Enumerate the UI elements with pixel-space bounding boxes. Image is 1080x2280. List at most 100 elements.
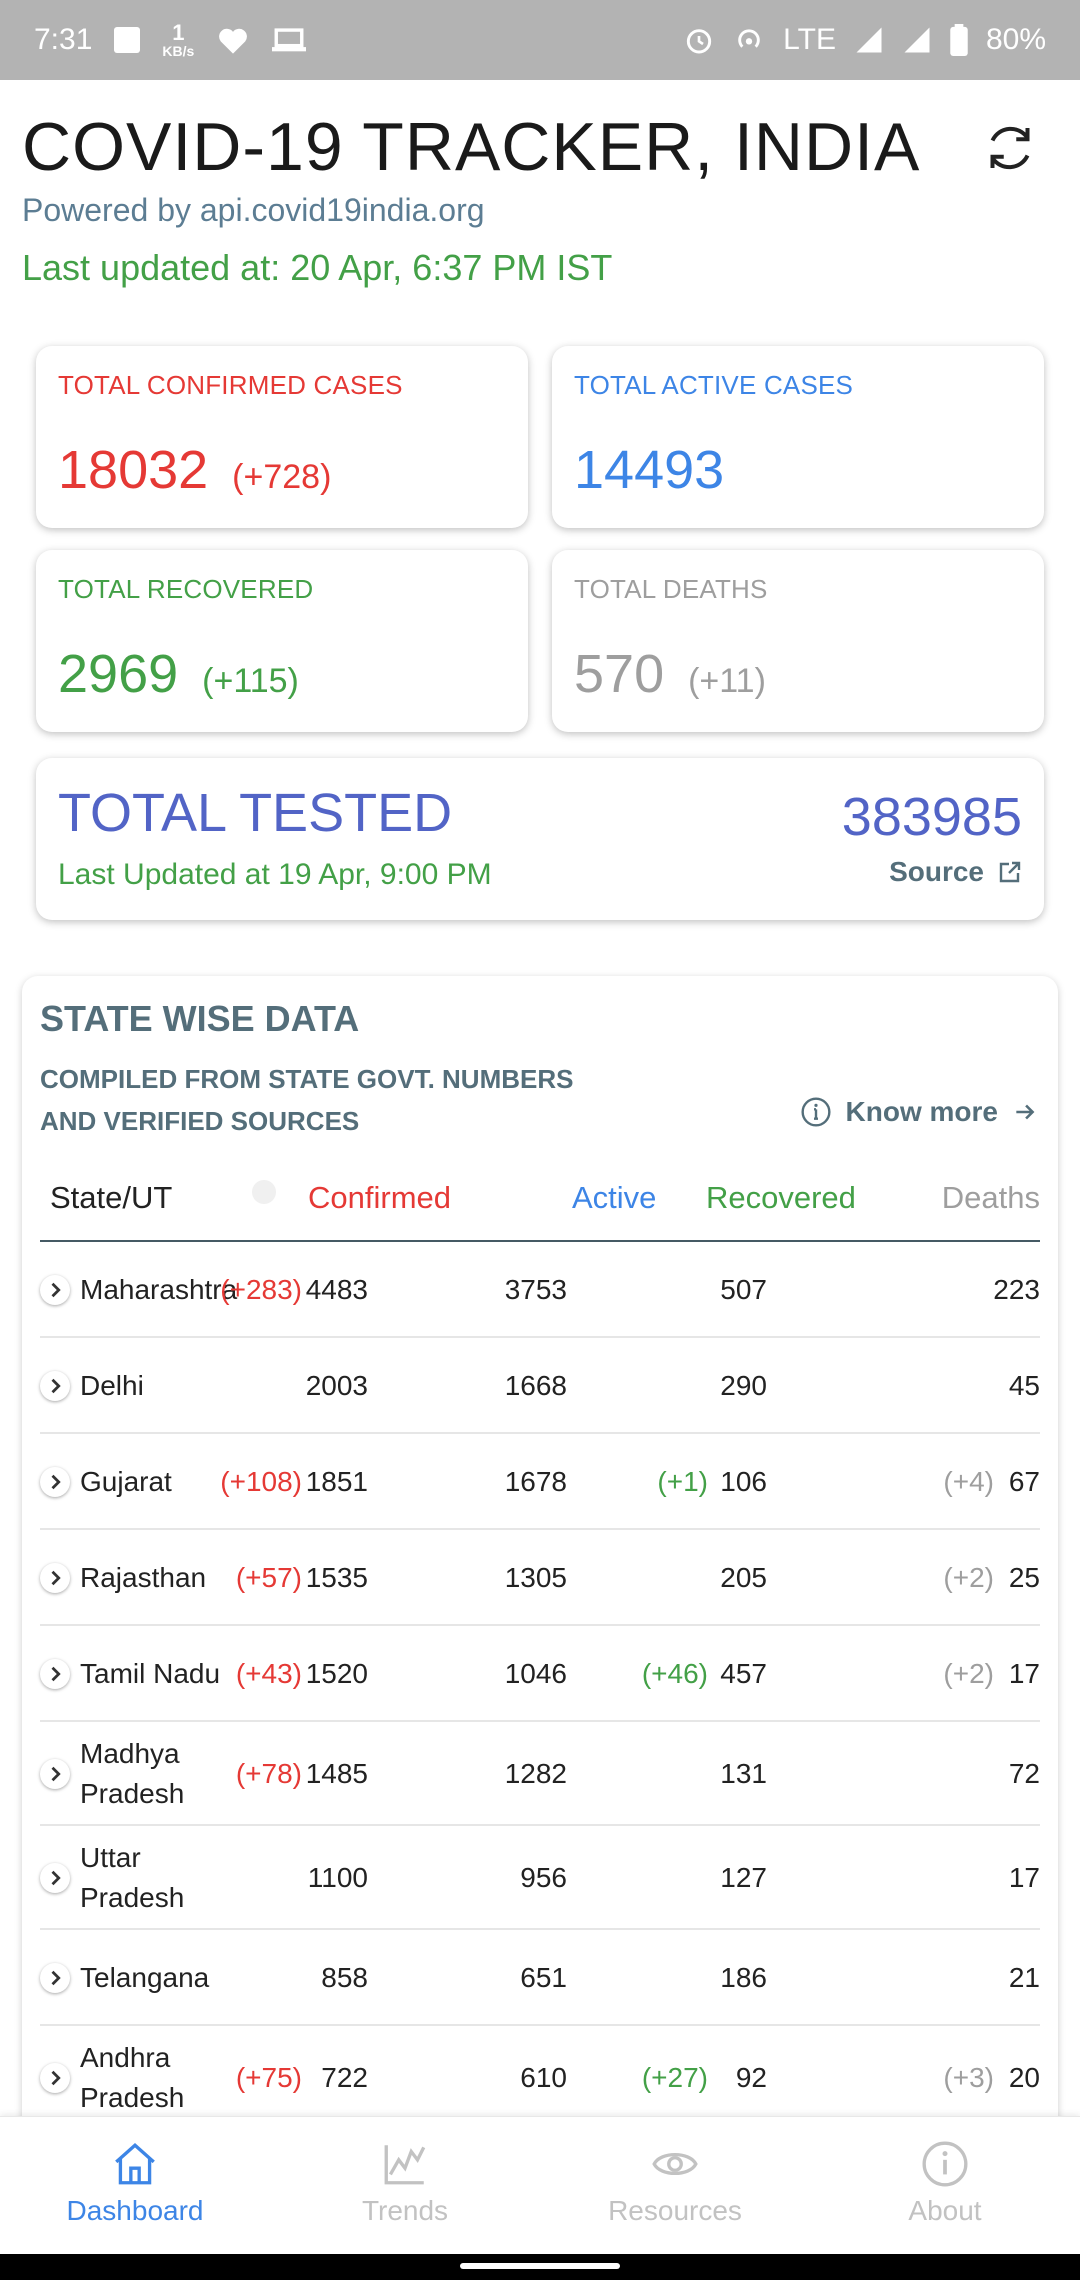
recovered-value: 92: [735, 2062, 767, 2093]
recovered-value: 131: [720, 1758, 767, 1789]
bottom-navigation: Dashboard Trends Resources About: [0, 2116, 1080, 2254]
deaths-value: 67: [1008, 1466, 1040, 1497]
column-deaths[interactable]: Deaths: [942, 1180, 1040, 1216]
chevron-right-icon[interactable]: [40, 1371, 70, 1401]
table-row[interactable]: Rajasthan (+57) 1535 1305 205 (+2) 25: [40, 1530, 1040, 1626]
recovered-value: 186: [720, 1962, 767, 1993]
deaths-delta: (+3): [943, 2062, 994, 2093]
table-row[interactable]: Andhra Pradesh (+75) 722 610 (+27) 92 (+3) 20: [40, 2026, 1040, 2130]
confirmed-delta: (+43): [235, 1658, 302, 1689]
confirmed-delta: (+283): [220, 1274, 302, 1305]
confirmed-value: 1851: [305, 1466, 368, 1497]
table-row[interactable]: Maharashtra (+283) 4483 3753 507 223: [40, 1242, 1040, 1338]
last-updated: Last updated at: 20 Apr, 6:37 PM IST: [22, 247, 613, 288]
confirmed-value: 858: [321, 1962, 368, 1993]
table-row[interactable]: Uttar Pradesh 1100 956 127 17: [40, 1826, 1040, 1930]
table-row[interactable]: Gujarat (+108) 1851 1678 (+1) 106 (+4) 67: [40, 1434, 1040, 1530]
chevron-right-icon[interactable]: [40, 1563, 70, 1593]
laptop-icon: [272, 28, 307, 52]
confirmed-delta: (+78): [235, 1758, 302, 1789]
confirmed-delta: (+75): [235, 2062, 302, 2093]
info-icon: [800, 1097, 831, 1127]
deaths-delta: (+4): [943, 1466, 994, 1497]
battery-icon: [950, 24, 968, 56]
battery-level: 80%: [985, 23, 1046, 56]
source-link[interactable]: Source: [889, 856, 1022, 888]
chevron-right-icon[interactable]: [40, 1863, 70, 1893]
column-active[interactable]: Active: [572, 1180, 656, 1216]
deaths-delta: (+11): [688, 662, 766, 700]
active-value: 1668: [504, 1370, 567, 1401]
info-icon: [922, 2141, 968, 2187]
chevron-right-icon[interactable]: [40, 1759, 70, 1789]
deaths-value: 570: [574, 644, 665, 704]
sort-down-icon[interactable]: [252, 1180, 276, 1204]
home-indicator[interactable]: [460, 2263, 620, 2269]
active-value: 1305: [504, 1562, 567, 1593]
recovered-value: 106: [720, 1466, 767, 1497]
confirmed-value: 722: [321, 2062, 368, 2093]
nav-about[interactable]: About: [810, 2117, 1080, 2254]
know-more-link[interactable]: Know more: [800, 1096, 1038, 1128]
recovered-value-row: 2969 (+115): [58, 643, 506, 705]
status-bar: 7:31 1 KB/s LTE 80%: [0, 0, 1080, 80]
refresh-icon[interactable]: [980, 118, 1040, 178]
notification-icon: [114, 27, 141, 53]
column-recovered[interactable]: Recovered: [706, 1180, 856, 1216]
deaths-value: 72: [1008, 1758, 1040, 1789]
recovered-delta: (+115): [202, 662, 299, 700]
table-row[interactable]: Delhi 2003 1668 290 45: [40, 1338, 1040, 1434]
app-header: COVID-19 TRACKER, INDIA Powered by api.c…: [0, 80, 1080, 289]
confirmed-value: 4483: [305, 1274, 368, 1305]
know-more-label: Know more: [845, 1096, 998, 1127]
chevron-right-icon[interactable]: [40, 2063, 70, 2093]
powered-by: Powered by api.covid19india.org: [22, 192, 485, 228]
alarm-icon: [687, 29, 712, 54]
deaths-value: 21: [1008, 1962, 1040, 1993]
recovered-delta: (+1): [657, 1466, 708, 1497]
table-row[interactable]: Tamil Nadu (+43) 1520 1046 (+46) 457 (+2) 17: [40, 1626, 1040, 1722]
state-name: Andhra Pradesh: [80, 2042, 185, 2113]
home-icon: [115, 2143, 155, 2185]
hotspot-icon: [738, 29, 760, 48]
tested-value: 383985: [841, 787, 1022, 847]
tested-card: TOTAL TESTED Last Updated at 19 Apr, 9:0…: [36, 758, 1044, 920]
chevron-right-icon[interactable]: [40, 1275, 70, 1305]
recovered-value: 2969: [58, 644, 179, 704]
chart-icon: [384, 2145, 426, 2185]
column-state[interactable]: State/UT: [50, 1180, 172, 1216]
active-value: 14493: [574, 440, 725, 500]
active-card: TOTAL ACTIVE CASES 14493: [552, 346, 1044, 528]
nav-resources[interactable]: Resources: [540, 2117, 810, 2254]
eye-icon: [652, 2152, 698, 2176]
column-confirmed[interactable]: Confirmed: [308, 1180, 451, 1216]
chevron-right-icon[interactable]: [40, 1659, 70, 1689]
clock: 7:31: [34, 23, 93, 56]
external-link-icon: [999, 861, 1021, 883]
signal-icon: [856, 27, 882, 53]
recovered-value: 127: [720, 1862, 767, 1893]
chevron-right-icon[interactable]: [40, 1467, 70, 1497]
deaths-delta: (+2): [943, 1658, 994, 1689]
confirmed-value: 18032: [58, 440, 209, 500]
deaths-value: 25: [1008, 1562, 1040, 1593]
state-wise-subtitle: COMPILED FROM STATE GOVT. NUMBERS AND VE…: [40, 1064, 574, 1136]
table-row[interactable]: Madhya Pradesh (+78) 1485 1282 131 72: [40, 1722, 1040, 1826]
recovered-label: TOTAL RECOVERED: [58, 574, 314, 604]
confirmed-value: 1100: [307, 1862, 368, 1893]
nav-trends[interactable]: Trends: [270, 2117, 540, 2254]
signal-icon-2: [904, 27, 930, 53]
confirmed-label: TOTAL CONFIRMED CASES: [58, 370, 403, 400]
recovered-delta: (+27): [641, 2062, 708, 2093]
state-name: Madhya Pradesh: [80, 1738, 185, 1809]
state-wise-section: STATE WISE DATA COMPILED FROM STATE GOVT…: [22, 976, 1058, 2236]
nav-dashboard[interactable]: Dashboard: [0, 2117, 270, 2254]
network-type: LTE: [783, 23, 836, 56]
heart-icon: [219, 28, 248, 54]
active-value: 1678: [504, 1466, 567, 1497]
recovered-value: 205: [720, 1562, 767, 1593]
chevron-right-icon[interactable]: [40, 1963, 70, 1993]
deaths-value-row: 570 (+11): [574, 643, 1022, 705]
table-row[interactable]: Telangana 858 651 186 21: [40, 1930, 1040, 2026]
active-value-row: 14493: [574, 439, 1022, 501]
